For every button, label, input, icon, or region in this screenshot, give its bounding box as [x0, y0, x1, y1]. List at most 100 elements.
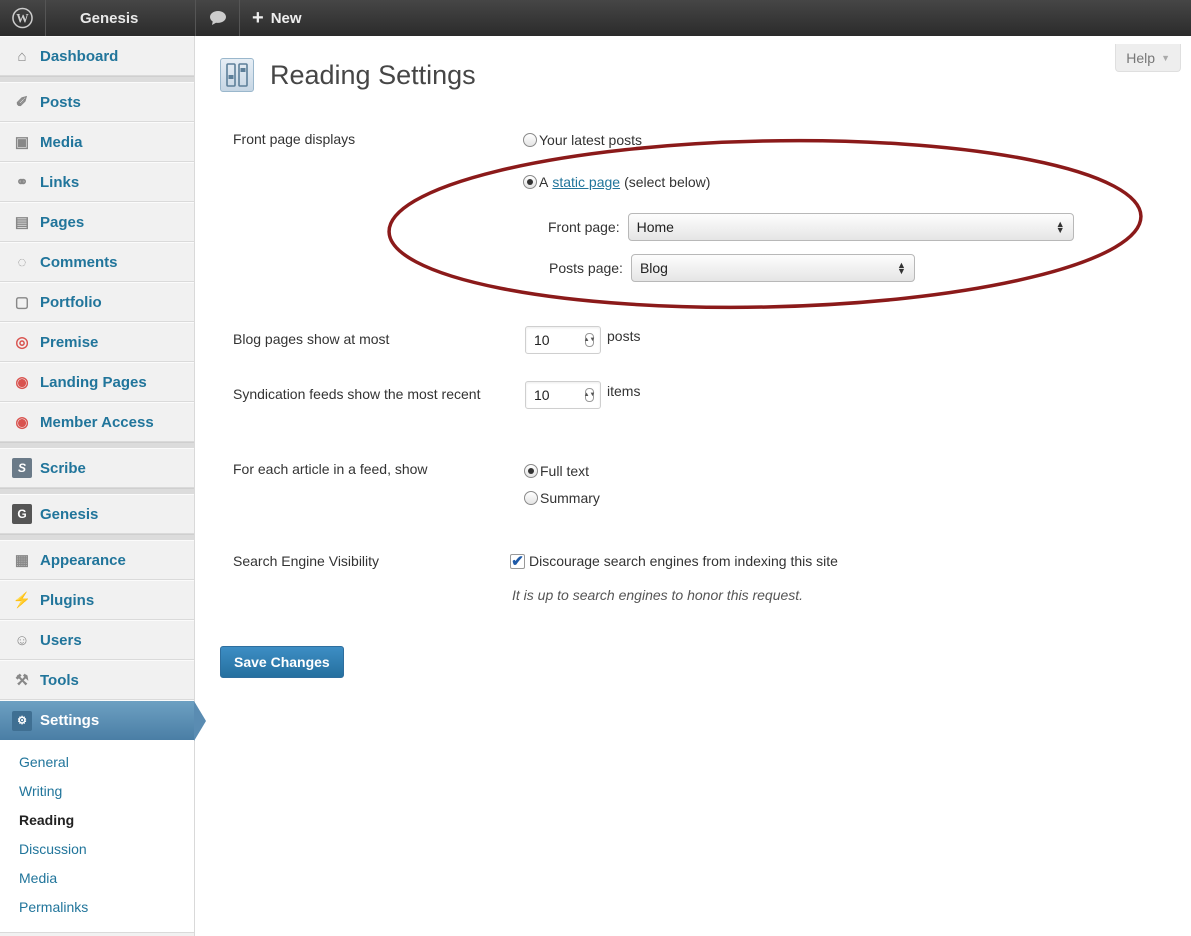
settings-icon: ⚙	[12, 710, 32, 731]
search-visibility-description: It is up to search engines to honor this…	[512, 587, 804, 603]
sidebar-item-label: Tools	[40, 671, 79, 689]
sidebar-item-tools[interactable]: ⚒ Tools	[0, 660, 194, 700]
sidebar-item-media[interactable]: ▣ Media	[0, 122, 194, 162]
sidebar-item-users[interactable]: ☺ Users	[0, 620, 194, 660]
submenu-reading[interactable]: Reading	[0, 806, 194, 835]
comment-bubble-icon: ◌	[17, 253, 27, 271]
option-full-text[interactable]: Full text	[524, 463, 589, 479]
new-content-menu[interactable]: + New	[240, 0, 314, 36]
blog-pages-input[interactable]: 10 ▲▼	[525, 326, 601, 354]
sidebar-item-landing-pages[interactable]: ◉ Landing Pages	[0, 362, 194, 402]
pushpin-icon: ✐	[15, 94, 29, 111]
syndication-unit: items	[607, 383, 641, 399]
main-content: Help ▼ Reading Settings Front page displ…	[196, 36, 1191, 936]
spinner-icon[interactable]: ▲▼	[584, 388, 595, 402]
wordpress-logo-icon[interactable]: W	[0, 0, 46, 36]
sidebar-item-posts[interactable]: ✐ Posts	[0, 82, 194, 122]
blog-pages-value: 10	[534, 332, 550, 348]
submenu-general[interactable]: General	[0, 748, 194, 777]
sidebar-item-genesis[interactable]: G Genesis	[0, 494, 194, 534]
sidebar-item-settings[interactable]: ⚙ Settings	[0, 700, 206, 741]
sidebar-item-label: Pages	[40, 213, 85, 231]
scribe-icon: S	[12, 458, 32, 478]
page-title: Reading Settings	[270, 59, 476, 90]
sidebar-item-dashboard[interactable]: ⌂ Dashboard	[0, 36, 194, 76]
radio-summary[interactable]	[524, 491, 538, 505]
syndication-input[interactable]: 10 ▲▼	[525, 381, 601, 409]
syndication-value: 10	[534, 387, 550, 403]
spinner-icon[interactable]: ▲▼	[584, 333, 595, 347]
sidebar-item-comments[interactable]: ◌ Comments	[0, 242, 194, 282]
sidebar-item-label: Scribe	[40, 459, 86, 477]
submenu-media[interactable]: Media	[0, 864, 194, 893]
users-icon: ☺	[14, 631, 30, 649]
discourage-search-label: Discourage search engines from indexing …	[529, 553, 838, 569]
sidebar-item-premise[interactable]: ◎ Premise	[0, 322, 194, 362]
site-name-link[interactable]: Genesis	[46, 0, 196, 36]
pages-icon: ▤	[14, 214, 30, 231]
option-summary[interactable]: Summary	[524, 490, 600, 506]
feed-article-label: For each article in a feed, show	[233, 461, 428, 477]
member-access-icon: ◉	[15, 414, 29, 431]
syndication-row: 10 ▲▼ items	[525, 381, 640, 409]
target-icon: ◎	[15, 334, 29, 351]
sidebar-item-label: Premise	[40, 333, 99, 351]
option-full-text-label: Full text	[540, 463, 590, 479]
admin-bar: W Genesis + New	[0, 0, 1191, 36]
appearance-icon: ▦	[14, 552, 30, 569]
settings-submenu: General Writing Reading Discussion Media…	[0, 740, 194, 933]
new-label: New	[270, 9, 302, 27]
home-icon: ⌂	[17, 47, 27, 65]
help-tab-button[interactable]: Help ▼	[1115, 44, 1181, 72]
admin-sidebar: ⌂ Dashboard ✐ Posts ▣ Media ⚭ Links ▤ Pa…	[0, 36, 206, 936]
sidebar-item-label: Genesis	[40, 505, 99, 523]
sidebar-item-label: Member Access	[40, 413, 154, 431]
landing-pages-icon: ◉	[15, 374, 29, 391]
media-icon: ▣	[14, 134, 30, 151]
genesis-icon: G	[12, 504, 32, 524]
sidebar-item-links[interactable]: ⚭ Links	[0, 162, 194, 202]
sidebar-item-appearance[interactable]: ▦ Appearance	[0, 540, 194, 580]
link-icon: ⚭	[15, 174, 29, 191]
portfolio-icon: ▢	[14, 294, 30, 311]
sidebar-item-pages[interactable]: ▤ Pages	[0, 202, 194, 242]
submenu-writing[interactable]: Writing	[0, 777, 194, 806]
syndication-label: Syndication feeds show the most recent	[233, 386, 481, 402]
blog-pages-unit: posts	[607, 328, 641, 344]
sidebar-item-label: Posts	[40, 93, 81, 111]
radio-full-text[interactable]	[524, 464, 538, 478]
sidebar-item-label: Appearance	[40, 551, 126, 569]
option-summary-label: Summary	[540, 490, 600, 506]
sidebar-item-scribe[interactable]: S Scribe	[0, 448, 194, 488]
sidebar-item-label: Users	[40, 631, 82, 649]
annotation-ellipse	[387, 138, 1143, 310]
tools-icon: ⚒	[15, 672, 29, 689]
submenu-permalinks[interactable]: Permalinks	[0, 893, 194, 922]
plugin-icon: ⚡	[12, 592, 32, 609]
sidebar-item-label: Links	[40, 173, 80, 191]
discourage-search-row[interactable]: ✔ Discourage search engines from indexin…	[510, 553, 838, 570]
sidebar-item-label: Portfolio	[40, 293, 102, 311]
settings-page-icon	[220, 58, 254, 92]
blog-pages-label: Blog pages show at most	[233, 331, 390, 347]
checkmark-icon[interactable]: ✔	[510, 553, 525, 570]
save-changes-button[interactable]: Save Changes	[220, 646, 344, 678]
sidebar-item-label: Dashboard	[40, 47, 119, 65]
sidebar-item-label: Settings	[40, 712, 100, 729]
sidebar-item-label: Comments	[40, 253, 118, 271]
sidebar-item-label: Landing Pages	[40, 373, 147, 391]
sidebar-item-member-access[interactable]: ◉ Member Access	[0, 402, 194, 442]
help-label: Help	[1126, 49, 1156, 66]
page-header: Reading Settings	[220, 58, 476, 92]
sidebar-item-plugins[interactable]: ⚡ Plugins	[0, 580, 194, 620]
search-visibility-label: Search Engine Visibility	[233, 553, 380, 569]
sidebar-item-label: Plugins	[40, 591, 95, 609]
blog-pages-row: 10 ▲▼ posts	[525, 326, 640, 354]
sidebar-item-label: Media	[40, 133, 83, 151]
comments-icon[interactable]	[196, 0, 240, 36]
plus-icon: +	[252, 6, 264, 29]
front-page-displays-label: Front page displays	[233, 131, 356, 147]
svg-text:W: W	[16, 11, 29, 25]
sidebar-item-portfolio[interactable]: ▢ Portfolio	[0, 282, 194, 322]
submenu-discussion[interactable]: Discussion	[0, 835, 194, 864]
